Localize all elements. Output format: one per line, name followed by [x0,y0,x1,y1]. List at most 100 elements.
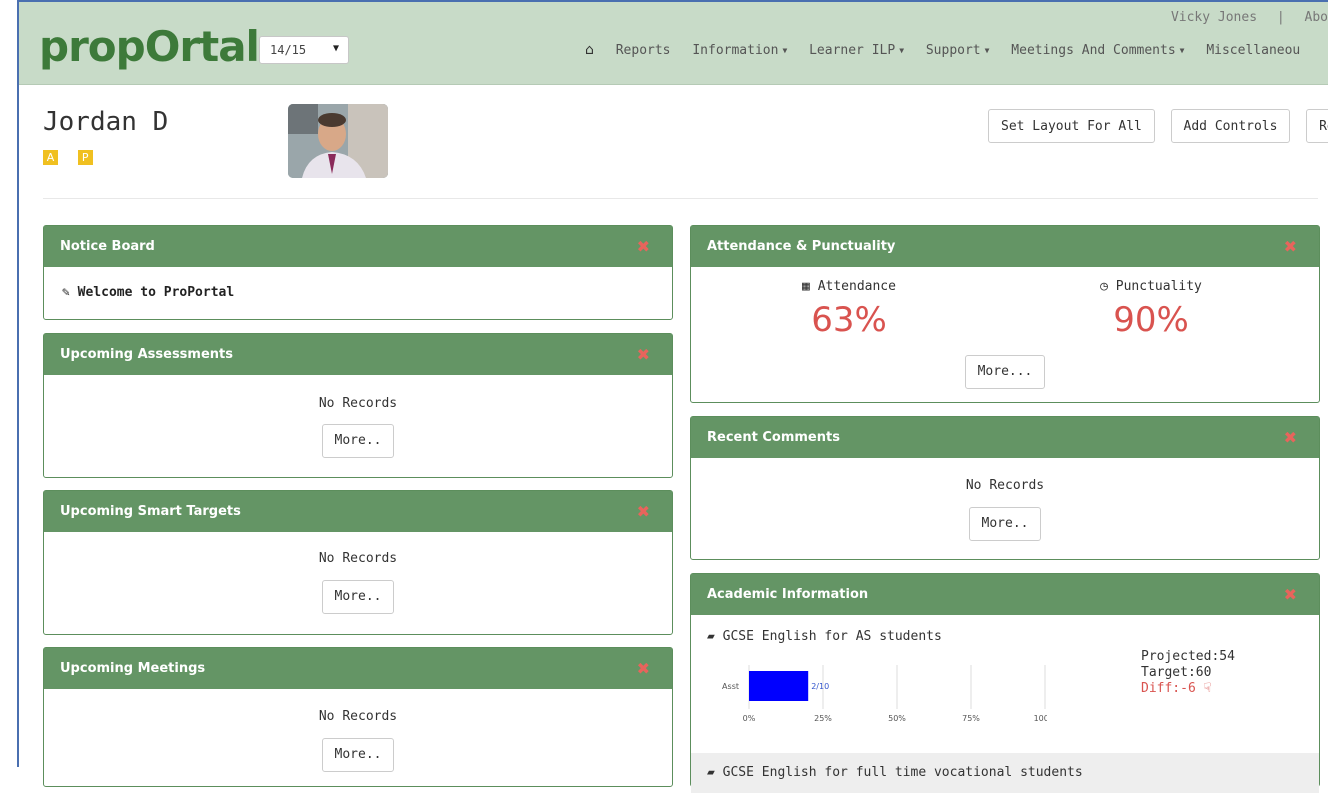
bar-category-label: Asst [722,682,739,691]
pin-icon: ✎ [62,285,70,300]
no-records-text: No Records [318,709,398,724]
close-icon[interactable]: ✖ [1284,417,1297,458]
panel-header: Recent Comments ✖ [691,417,1319,458]
no-records-text: No Records [965,478,1045,493]
about-link[interactable]: Abo [1305,10,1328,25]
grade-diff-text: Diff:-6 [1141,681,1196,696]
window-frame-left [17,0,19,767]
learner-avatar [288,104,388,178]
assessment-progress-chart: 0% 25% 50% 75% 100% Asst 2/10 [722,665,1047,723]
academic-year-value: 14/15 [270,43,307,57]
close-icon[interactable]: ✖ [637,226,650,267]
top-navbar: propOrtal 14/15 ▼ Vicky Jones | Abo ⌂ Re… [19,2,1328,85]
target-grade: Target:60 [1141,665,1212,680]
course-name: GCSE English for AS students [722,629,942,644]
panel-header: Academic Information ✖ [691,574,1319,615]
user-name-link[interactable]: Vicky Jones [1171,10,1257,25]
grade-diff: Diff:-6 ☟ [1141,681,1235,697]
panel-title: Attendance & Punctuality [707,239,896,254]
more-button[interactable]: More.. [321,580,395,614]
nav-reports[interactable]: Reports [616,43,671,58]
more-button[interactable]: More.. [321,424,395,458]
close-icon[interactable]: ✖ [637,648,650,689]
panel-title: Academic Information [707,587,869,602]
caret-down-icon: ▼ [899,46,905,55]
more-button[interactable]: More.. [968,507,1042,541]
panel-header: Upcoming Smart Targets ✖ [44,491,672,532]
upcoming-assessments-panel: Upcoming Assessments ✖ No Records More.. [43,333,673,478]
punctuality-value: 90% [1113,300,1189,340]
layout-buttons: Set Layout For All Add Controls Reset [988,109,1328,143]
upcoming-smart-targets-panel: Upcoming Smart Targets ✖ No Records More… [43,490,673,635]
clock-icon: ◷ [1100,279,1108,294]
close-icon[interactable]: ✖ [1284,574,1297,615]
notice-board-panel: Notice Board ✖ ✎ Welcome to ProPortal [43,225,673,320]
attendance-stat: ▦ Attendance 63% [729,279,969,340]
attendance-punctuality-panel: Attendance & Punctuality ✖ ▦ Attendance … [690,225,1320,403]
no-records-text: No Records [318,396,398,411]
panel-title: Notice Board [60,239,155,254]
folder-icon: ▰ [707,765,715,780]
tick-label: 75% [962,714,980,723]
caret-down-icon: ▼ [1179,46,1185,55]
home-icon[interactable]: ⌂ [585,42,594,58]
close-icon[interactable]: ✖ [637,334,650,375]
panel-header: Upcoming Meetings ✖ [44,648,672,689]
punctuality-label-text: Punctuality [1115,279,1202,294]
learner-badges: A P [43,146,103,165]
proportal-logo[interactable]: propOrtal [39,24,260,70]
progress-bar [749,671,809,701]
punctuality-label: ◷ Punctuality [1031,279,1271,294]
panel-title: Upcoming Smart Targets [60,504,241,519]
badge-a[interactable]: A [43,150,58,165]
course-name: GCSE English for full time vocational st… [722,765,1083,780]
attendance-label: ▦ Attendance [729,279,969,294]
academic-year-select[interactable]: 14/15 ▼ [259,36,349,64]
panel-header: Upcoming Assessments ✖ [44,334,672,375]
folder-icon: ▰ [707,629,715,644]
panel-title: Recent Comments [707,430,840,445]
nav-support-label: Support [925,43,981,58]
panel-header: Notice Board ✖ [44,226,672,267]
panel-title: Upcoming Meetings [60,661,206,676]
close-icon[interactable]: ✖ [1284,226,1297,267]
link-separator: | [1276,10,1285,25]
no-records-text: No Records [318,551,398,566]
projected-grade: Projected:54 [1141,649,1235,664]
nav-meetings-comments[interactable]: Meetings And Comments ▼ [1011,43,1184,58]
notice-item[interactable]: ✎ Welcome to ProPortal [44,267,672,318]
caret-down-icon: ▼ [984,46,990,55]
panel-header: Attendance & Punctuality ✖ [691,226,1319,267]
learner-name: Jordan D [43,107,169,137]
more-button[interactable]: More... [964,355,1046,389]
add-controls-button[interactable]: Add Controls [1170,109,1291,143]
header-divider [43,198,1318,199]
caret-down-icon: ▼ [332,43,339,54]
course-title[interactable]: ▰ GCSE English for full time vocational … [691,753,1319,793]
caret-down-icon: ▼ [782,46,788,55]
attendance-label-text: Attendance [817,279,896,294]
avatar-photo [288,104,388,178]
tick-label: 50% [888,714,906,723]
attendance-value: 63% [811,300,887,340]
course-stats: Projected:54 Target:60 Diff:-6 ☟ [1141,649,1235,697]
close-icon[interactable]: ✖ [637,491,650,532]
badge-p[interactable]: P [77,150,93,165]
tick-label: 25% [814,714,832,723]
panel-title: Upcoming Assessments [60,347,233,362]
upcoming-meetings-panel: Upcoming Meetings ✖ No Records More.. [43,647,673,787]
calendar-icon: ▦ [802,279,810,294]
nav-learner-ilp[interactable]: Learner ILP ▼ [809,43,904,58]
thumbs-down-icon: ☟ [1203,681,1212,696]
nav-meetings-comments-label: Meetings And Comments [1011,43,1176,58]
tick-label: 0% [743,714,756,723]
notice-text: Welcome to ProPortal [77,285,235,300]
nav-information[interactable]: Information ▼ [692,43,787,58]
set-layout-for-all-button[interactable]: Set Layout For All [988,109,1155,143]
course-title[interactable]: ▰ GCSE English for AS students [707,629,942,644]
main-nav: ⌂ Reports Information ▼ Learner ILP ▼ Supp… [585,42,1314,58]
nav-miscellaneous[interactable]: Miscellaneou [1206,43,1300,58]
reset-button[interactable]: Reset [1306,109,1328,143]
nav-information-label: Information [692,43,779,58]
nav-support[interactable]: Support ▼ [926,43,990,58]
